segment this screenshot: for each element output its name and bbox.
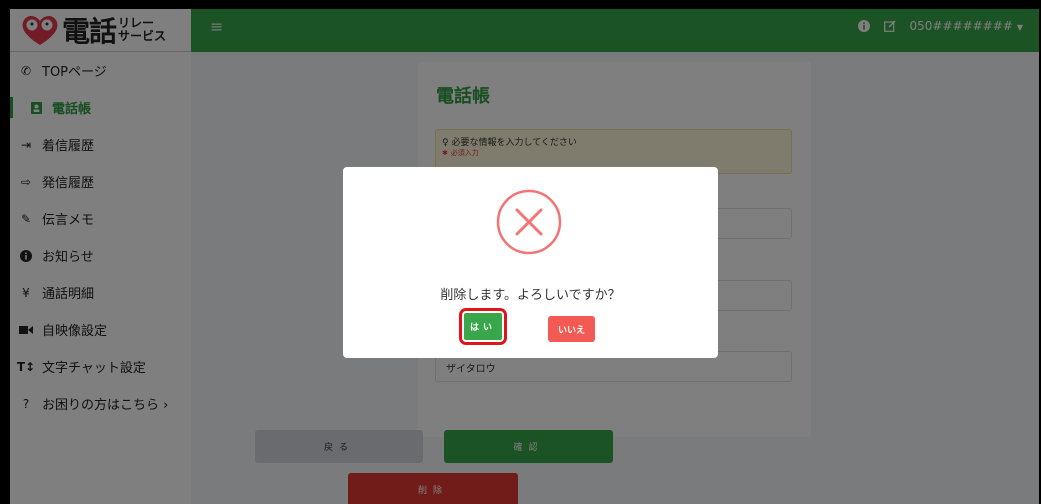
yes-button[interactable]: はい: [459, 308, 507, 345]
app-frame: 電話 リレー サービス ≡ 050########▼ ✆ TOPページ 電話帳 …: [10, 9, 1039, 504]
dialog-message: 削除します。よろしいですか？: [440, 288, 621, 303]
error-x-icon: [496, 189, 562, 255]
delete-confirm-dialog: 削除します。よろしいですか？ はい いいえ: [343, 167, 718, 358]
yes-button-label: はい: [469, 323, 496, 333]
no-button[interactable]: いいえ: [548, 316, 595, 342]
no-button-label: いいえ: [557, 325, 585, 336]
